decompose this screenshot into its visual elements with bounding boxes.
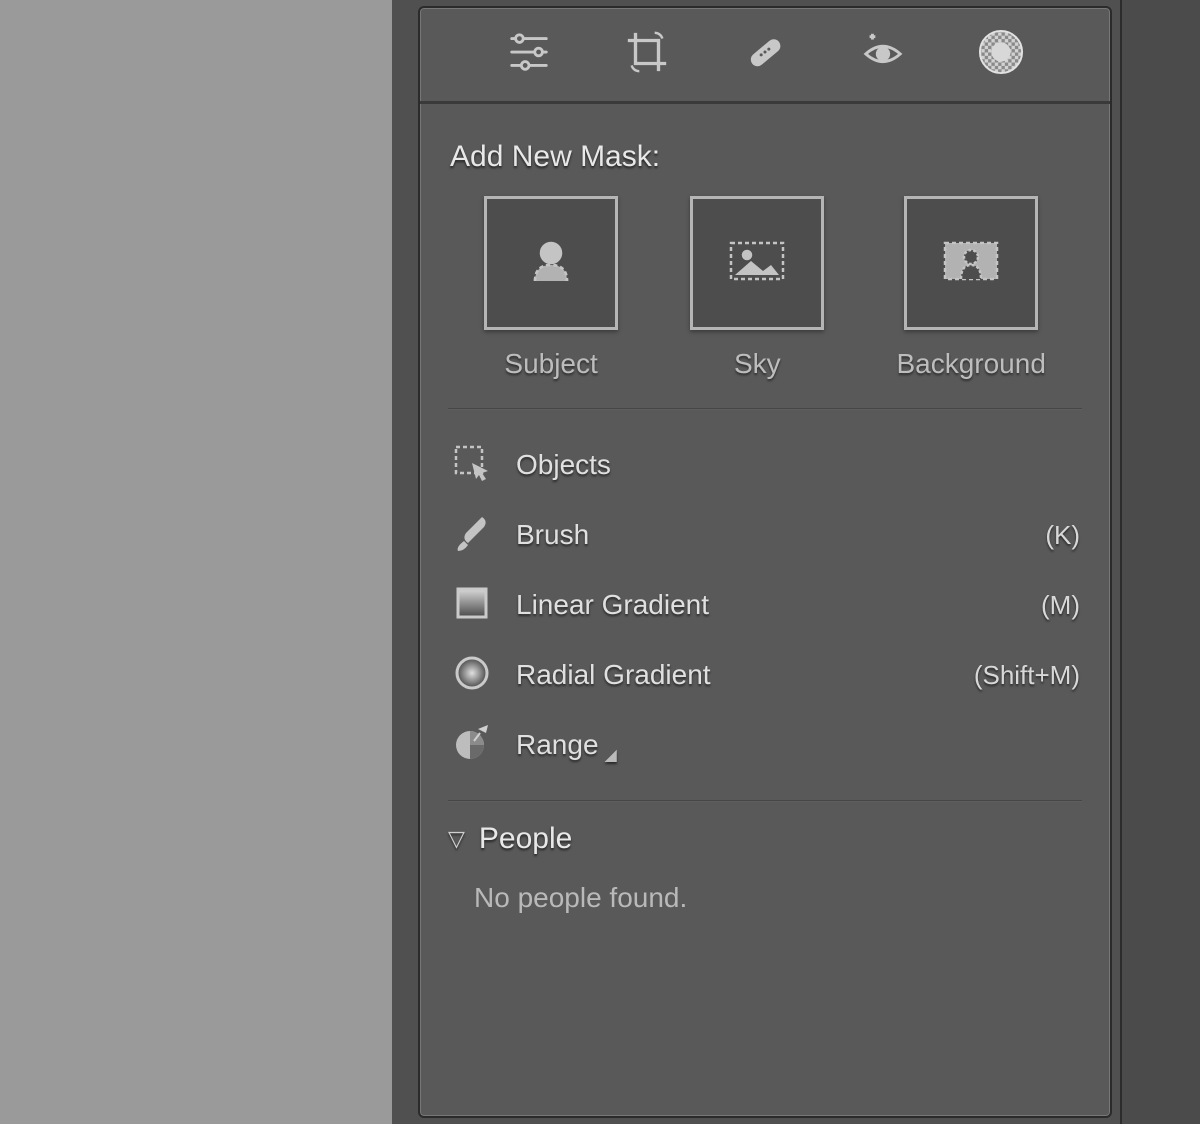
canvas-area <box>0 0 390 1124</box>
divider <box>448 408 1082 410</box>
add-mask-heading: Add New Mask: <box>450 140 1082 174</box>
mask-tool-label: Range◢ <box>516 729 1080 761</box>
mask-tool-shortcut: (Shift+M) <box>974 660 1082 691</box>
tool-healing[interactable] <box>737 27 793 83</box>
mask-tool-brush[interactable]: Brush (K) <box>448 500 1082 570</box>
sky-icon <box>721 231 793 296</box>
people-section-header[interactable]: ▽ People <box>448 822 1082 856</box>
people-empty-message: No people found. <box>474 882 1082 914</box>
mask-tool-linear-gradient[interactable]: Linear Gradient (M) <box>448 570 1082 640</box>
tool-redeye[interactable] <box>855 27 911 83</box>
mask-tool-label: Linear Gradient <box>516 589 1041 621</box>
tool-edit[interactable] <box>501 27 557 83</box>
objects-select-icon <box>452 443 492 488</box>
disclosure-triangle-icon: ▽ <box>448 826 465 852</box>
right-panel-gutter <box>1120 0 1200 1124</box>
develop-toolstrip <box>420 8 1110 104</box>
tool-crop[interactable] <box>619 27 675 83</box>
crop-icon <box>624 29 670 80</box>
mask-tile-background[interactable]: Background <box>896 196 1045 380</box>
divider <box>448 800 1082 802</box>
masking-icon <box>978 29 1024 80</box>
mask-tile-subject[interactable]: Subject <box>484 196 618 380</box>
people-section-label: People <box>479 822 572 856</box>
mask-type-tiles: Subject Sky <box>448 196 1082 380</box>
mask-tool-objects[interactable]: Objects <box>448 430 1082 500</box>
mask-tool-label: Radial Gradient <box>516 659 974 691</box>
mask-tool-shortcut: (K) <box>1045 520 1082 551</box>
mask-tool-list: Objects Brush (K) <box>448 430 1082 780</box>
tool-masking[interactable] <box>973 27 1029 83</box>
mask-tool-label: Brush <box>516 519 1045 551</box>
masking-panel: Add New Mask: Subject <box>418 6 1112 1118</box>
mask-tile-sky[interactable]: Sky <box>690 196 824 380</box>
color-range-icon <box>452 723 492 768</box>
mask-tool-shortcut: (M) <box>1041 590 1082 621</box>
redeye-icon <box>860 29 906 80</box>
mask-tool-label: Objects <box>516 449 1080 481</box>
linear-gradient-icon <box>452 583 492 628</box>
flyout-indicator-icon: ◢ <box>605 747 617 764</box>
radial-gradient-icon <box>452 653 492 698</box>
mask-tool-range[interactable]: Range◢ <box>448 710 1082 780</box>
mask-tool-radial-gradient[interactable]: Radial Gradient (Shift+M) <box>448 640 1082 710</box>
background-icon <box>935 231 1007 296</box>
subject-icon <box>515 231 587 296</box>
mask-tile-label: Subject <box>504 348 597 380</box>
mask-tile-label: Sky <box>734 348 781 380</box>
mask-tile-label: Background <box>896 348 1045 380</box>
bandage-icon <box>742 29 788 80</box>
sliders-icon <box>506 29 552 80</box>
brush-icon <box>452 513 492 558</box>
